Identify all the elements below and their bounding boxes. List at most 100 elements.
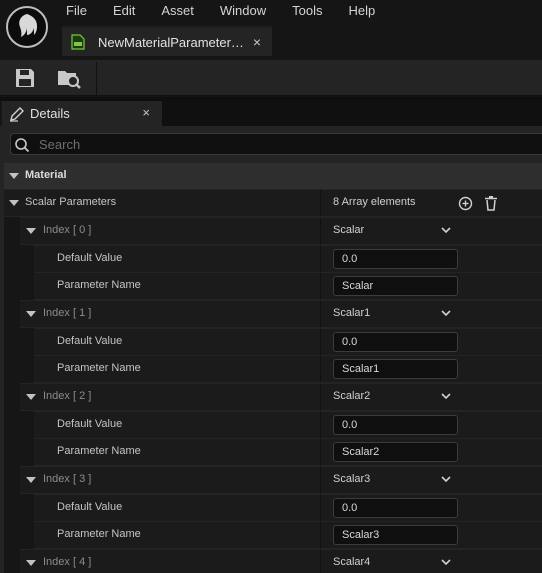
parameter-name-label: Parameter Name — [57, 279, 141, 291]
element-header: Scalar — [333, 224, 365, 236]
asset-tab-label: NewMaterialParameter… — [98, 34, 244, 50]
default-value-input[interactable]: 0.0 — [333, 415, 458, 435]
parameter-name-row: Parameter Name Scalar3 — [34, 522, 542, 548]
chevron-down-icon[interactable] — [440, 308, 452, 318]
column-divider — [320, 356, 321, 382]
scalar-parameters-label: Scalar Parameters — [25, 196, 117, 208]
details-tab-label: Details — [30, 106, 70, 121]
default-value-label: Default Value — [57, 501, 123, 513]
index-label: Index [ 2 ] — [43, 390, 92, 402]
tree-rail — [20, 328, 34, 383]
search-input[interactable]: Search — [10, 133, 542, 155]
toolbar-divider — [96, 62, 97, 95]
index-label: Index [ 3 ] — [43, 473, 92, 485]
element-header: Scalar3 — [333, 473, 371, 485]
parameter-name-row: Parameter Name Scalar — [34, 273, 542, 299]
element-header: Scalar4 — [333, 556, 371, 568]
collapse-arrow-icon[interactable] — [9, 173, 19, 179]
search-placeholder: Search — [39, 137, 81, 152]
browse-button[interactable] — [56, 66, 81, 90]
scalar-parameters-row[interactable]: Scalar Parameters 8 Array elements — [4, 190, 542, 216]
parameter-name-input[interactable]: Scalar1 — [333, 359, 458, 379]
expand-arrow-icon[interactable] — [26, 394, 36, 400]
array-count: 8 Array elements — [333, 196, 416, 208]
default-value-input[interactable]: 0.0 — [333, 249, 458, 269]
default-value-row: Default Value 0.0 — [34, 412, 542, 438]
parameter-name-label: Parameter Name — [57, 362, 141, 374]
default-value-input[interactable]: 0.0 — [333, 332, 458, 352]
add-element-icon[interactable] — [458, 196, 473, 211]
index-label: Index [ 0 ] — [43, 224, 92, 236]
menu-help[interactable]: Help — [348, 3, 375, 19]
category-label: Material — [25, 169, 67, 181]
tree-rail — [20, 494, 34, 549]
parameter-name-input[interactable]: Scalar3 — [333, 525, 458, 545]
parameter-name-label: Parameter Name — [57, 528, 141, 540]
default-value-row: Default Value 0.0 — [34, 495, 542, 521]
chevron-down-icon[interactable] — [440, 557, 452, 567]
column-divider — [320, 301, 321, 327]
index-label: Index [ 4 ] — [43, 556, 92, 568]
parameter-name-row: Parameter Name Scalar1 — [34, 356, 542, 382]
chevron-down-icon[interactable] — [440, 391, 452, 401]
search-icon — [15, 138, 30, 153]
expand-arrow-icon[interactable] — [9, 200, 19, 206]
parameter-name-row: Parameter Name Scalar2 — [34, 439, 542, 465]
default-value-label: Default Value — [57, 418, 123, 430]
menu-tools[interactable]: Tools — [292, 3, 322, 19]
material-instance-icon — [71, 34, 85, 50]
details-tab[interactable]: Details × — [2, 101, 162, 126]
column-divider — [320, 439, 321, 465]
array-element-row[interactable]: Index [ 4 ] Scalar4 — [20, 550, 542, 573]
default-value-label: Default Value — [57, 335, 123, 347]
chevron-down-icon[interactable] — [440, 474, 452, 484]
element-header: Scalar1 — [333, 307, 371, 319]
expand-arrow-icon[interactable] — [26, 477, 36, 483]
column-divider — [320, 412, 321, 438]
parameter-name-label: Parameter Name — [57, 445, 141, 457]
pencil-icon — [10, 106, 24, 122]
save-icon — [16, 69, 34, 87]
expand-arrow-icon[interactable] — [26, 311, 36, 317]
column-divider — [320, 218, 321, 244]
index-label: Index [ 1 ] — [43, 307, 92, 319]
delete-all-icon[interactable] — [484, 195, 498, 211]
tree-rail — [20, 411, 34, 466]
column-divider — [320, 329, 321, 355]
expand-arrow-icon[interactable] — [26, 228, 36, 234]
tree-rail — [20, 245, 34, 300]
toolbar — [0, 60, 542, 96]
column-divider — [320, 246, 321, 272]
array-element-row[interactable]: Index [ 2 ] Scalar2 — [20, 384, 542, 410]
column-divider — [320, 190, 321, 216]
tab-bar — [162, 101, 542, 126]
array-element-row[interactable]: Index [ 3 ] Scalar3 — [20, 467, 542, 493]
parameter-name-input[interactable]: Scalar2 — [333, 442, 458, 462]
expand-arrow-icon[interactable] — [26, 560, 36, 566]
menu-window[interactable]: Window — [220, 3, 266, 19]
menu-asset[interactable]: Asset — [161, 3, 194, 19]
parameter-name-input[interactable]: Scalar — [333, 276, 458, 296]
details-tab-close-icon[interactable]: × — [142, 105, 150, 120]
menu-bar: File Edit Asset Window Tools Help — [66, 3, 401, 19]
category-material[interactable]: Material — [4, 163, 542, 189]
default-value-input[interactable]: 0.0 — [333, 498, 458, 518]
menu-file[interactable]: File — [66, 3, 87, 19]
menu-edit[interactable]: Edit — [113, 3, 135, 19]
column-divider — [320, 550, 321, 573]
default-value-row: Default Value 0.0 — [34, 246, 542, 272]
save-button[interactable] — [13, 66, 37, 90]
default-value-label: Default Value — [57, 252, 123, 264]
chevron-down-icon[interactable] — [440, 225, 452, 235]
asset-tab-close-icon[interactable]: × — [253, 34, 261, 50]
column-divider — [320, 467, 321, 493]
column-divider — [320, 384, 321, 410]
tree-rail — [4, 217, 20, 573]
browse-folder-icon — [58, 71, 81, 89]
array-element-row[interactable]: Index [ 0 ] Scalar — [20, 218, 542, 244]
asset-tab[interactable]: NewMaterialParameter… × — [62, 26, 272, 56]
unreal-logo-icon[interactable] — [6, 6, 48, 48]
title-bar: File Edit Asset Window Tools Help NewMat… — [0, 0, 542, 60]
array-element-row[interactable]: Index [ 1 ] Scalar1 — [20, 301, 542, 327]
element-header: Scalar2 — [333, 390, 371, 402]
